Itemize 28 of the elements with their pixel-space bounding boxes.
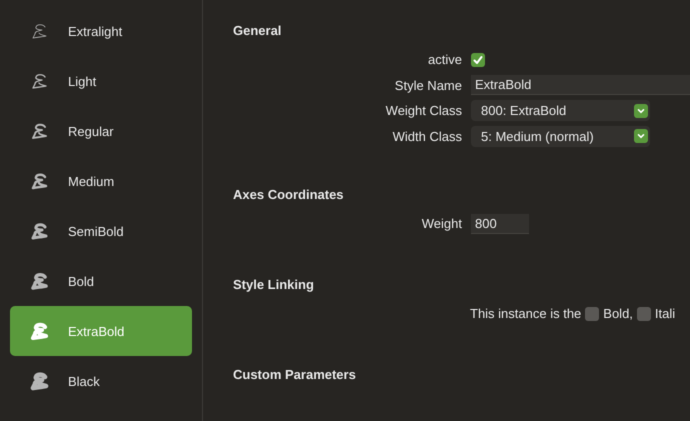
section-title: Style Linking — [233, 276, 315, 292]
sidebar-item[interactable]: Regular — [10, 106, 192, 156]
field-label: Width Class — [392, 128, 462, 144]
style-name-field[interactable]: ExtraBold — [471, 75, 690, 96]
sidebar-item[interactable]: Light — [10, 56, 192, 106]
field-label: Weight Class — [384, 103, 462, 118]
field-label: Style Name — [394, 78, 462, 93]
section-title: Axes Coordinates — [233, 187, 345, 203]
sidebar-item[interactable]: Extralight — [10, 6, 192, 56]
dropdown[interactable]: 5: Medium (normal) — [471, 126, 650, 147]
section-title: Custom Parameters — [233, 366, 357, 382]
field-label: active — [427, 52, 462, 68]
sidebar-item[interactable]: SemiBold — [10, 206, 192, 256]
weight-field[interactable]: 800 — [471, 214, 529, 234]
checkbox-label: Itali — [654, 306, 676, 321]
linking-text: This instance is the — [470, 306, 582, 321]
chevron-down-icon — [634, 104, 648, 118]
checkbox-label: Bold, — [603, 306, 633, 321]
checkbox[interactable] — [471, 52, 485, 67]
sidebar-item[interactable]: Bold — [10, 256, 192, 306]
sidebar-item[interactable]: Medium — [10, 156, 192, 206]
checkbox[interactable] — [585, 306, 600, 320]
chevron-down-icon — [634, 129, 648, 144]
field-label: Weight — [420, 216, 462, 232]
checkbox[interactable] — [636, 306, 651, 320]
sidebar-item[interactable]: Black — [10, 356, 192, 406]
dropdown[interactable]: 800: ExtraBold — [471, 100, 650, 122]
section-title: General — [233, 23, 282, 39]
